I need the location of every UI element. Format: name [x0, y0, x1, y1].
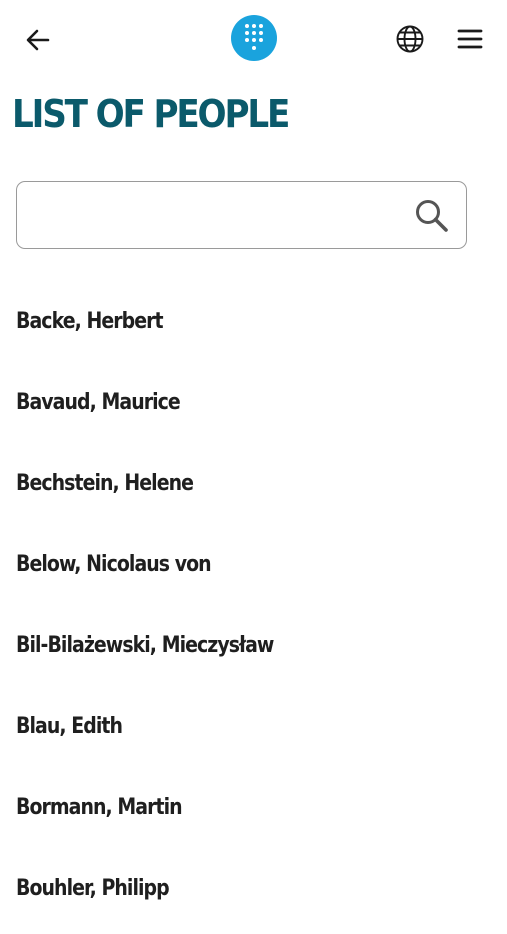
list-item: Bil-Bilażewski, Mieczysław: [0, 610, 507, 691]
list-item: Bavaud, Maurice: [0, 367, 507, 448]
list-item: Bouhler, Philipp: [0, 853, 507, 934]
top-app-bar: [0, 0, 507, 78]
home-logo-button[interactable]: [231, 15, 277, 61]
person-link[interactable]: Bil-Bilażewski, Mieczysław: [16, 633, 274, 658]
person-link[interactable]: Bouhler, Philipp: [16, 876, 170, 901]
main-menu-button[interactable]: [451, 20, 489, 58]
search-input[interactable]: [31, 192, 405, 240]
page-title: LIST OF PEOPLE: [12, 92, 290, 136]
person-link[interactable]: Blau, Edith: [16, 714, 123, 739]
arrow-left-icon: [26, 29, 50, 51]
globe-icon: [396, 25, 424, 53]
language-button[interactable]: [391, 20, 429, 58]
list-item: Bormann, Martin: [0, 772, 507, 853]
dialpad-dots-icon: [245, 24, 263, 50]
list-item: Below, Nicolaus von: [0, 529, 507, 610]
person-link[interactable]: Bormann, Martin: [16, 795, 183, 820]
list-item: Backe, Herbert: [0, 286, 507, 367]
hamburger-menu-icon: [457, 29, 483, 49]
back-button[interactable]: [20, 22, 56, 58]
list-item: Blau, Edith: [0, 691, 507, 772]
person-link[interactable]: Below, Nicolaus von: [16, 552, 212, 577]
person-link[interactable]: Backe, Herbert: [16, 309, 164, 334]
list-item: Bechstein, Helene: [0, 448, 507, 529]
person-link[interactable]: Bechstein, Helene: [16, 471, 194, 496]
people-list: Backe, Herbert Bavaud, Maurice Bechstein…: [0, 286, 507, 934]
search-box: [16, 181, 467, 249]
person-link[interactable]: Bavaud, Maurice: [16, 390, 181, 415]
search-icon: [416, 200, 448, 232]
search-button[interactable]: [412, 196, 452, 236]
